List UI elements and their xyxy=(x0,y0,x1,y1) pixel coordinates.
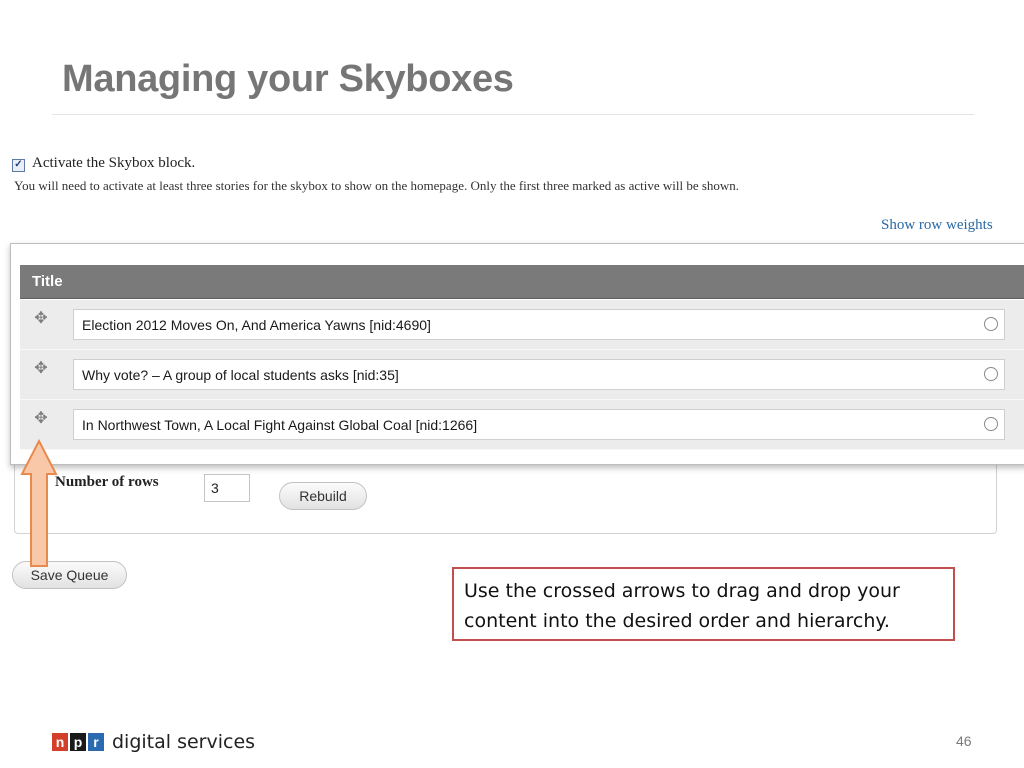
logo-text: digital services xyxy=(112,731,256,753)
title-divider xyxy=(52,114,974,115)
move-arrows-icon[interactable]: ✥ xyxy=(32,310,50,328)
up-arrow-icon xyxy=(20,438,58,567)
story-title-text: In Northwest Town, A Local Fight Against… xyxy=(82,416,478,433)
radio-icon[interactable] xyxy=(984,417,998,431)
page-number: 46 xyxy=(956,733,972,749)
callout-box: Use the crossed arrows to drag and drop … xyxy=(452,567,955,641)
show-row-weights-link[interactable]: Show row weights xyxy=(881,217,993,234)
npr-logo: n p r digital services xyxy=(52,731,255,753)
story-title-text: Why vote? – A group of local students as… xyxy=(82,366,399,383)
story-title-field[interactable]: In Northwest Town, A Local Fight Against… xyxy=(73,409,1005,440)
queue-table: Title ✥ Election 2012 Moves On, And Amer… xyxy=(10,243,1024,465)
radio-icon[interactable] xyxy=(984,317,998,331)
activate-skybox-label: Activate the Skybox block. xyxy=(32,155,196,171)
move-arrows-icon[interactable]: ✥ xyxy=(32,360,50,378)
npr-logo-r: r xyxy=(88,733,104,751)
callout-text: Use the crossed arrows to drag and drop … xyxy=(464,580,900,632)
table-header-title: Title xyxy=(20,265,1024,299)
rebuild-button[interactable]: Rebuild xyxy=(279,482,367,510)
number-of-rows-label: Number of rows xyxy=(55,474,159,490)
story-title-field[interactable]: Why vote? – A group of local students as… xyxy=(73,359,1005,390)
activate-skybox-row[interactable]: ✓ Activate the Skybox block. xyxy=(12,155,195,172)
number-of-rows-input[interactable] xyxy=(204,474,250,502)
activate-skybox-checkbox[interactable]: ✓ xyxy=(12,158,25,172)
activate-help-text: You will need to activate at least three… xyxy=(14,178,740,193)
table-row: ✥ In Northwest Town, A Local Fight Again… xyxy=(20,400,1024,450)
slide-title: Managing your Skyboxes xyxy=(62,58,514,100)
story-title-field[interactable]: Election 2012 Moves On, And America Yawn… xyxy=(73,309,1005,340)
npr-logo-n: n xyxy=(52,733,68,751)
move-arrows-icon[interactable]: ✥ xyxy=(32,410,50,428)
table-row: ✥ Why vote? – A group of local students … xyxy=(20,350,1024,400)
table-row: ✥ Election 2012 Moves On, And America Ya… xyxy=(20,300,1024,350)
radio-icon[interactable] xyxy=(984,367,998,381)
story-title-text: Election 2012 Moves On, And America Yawn… xyxy=(82,316,431,333)
npr-logo-p: p xyxy=(70,733,86,751)
